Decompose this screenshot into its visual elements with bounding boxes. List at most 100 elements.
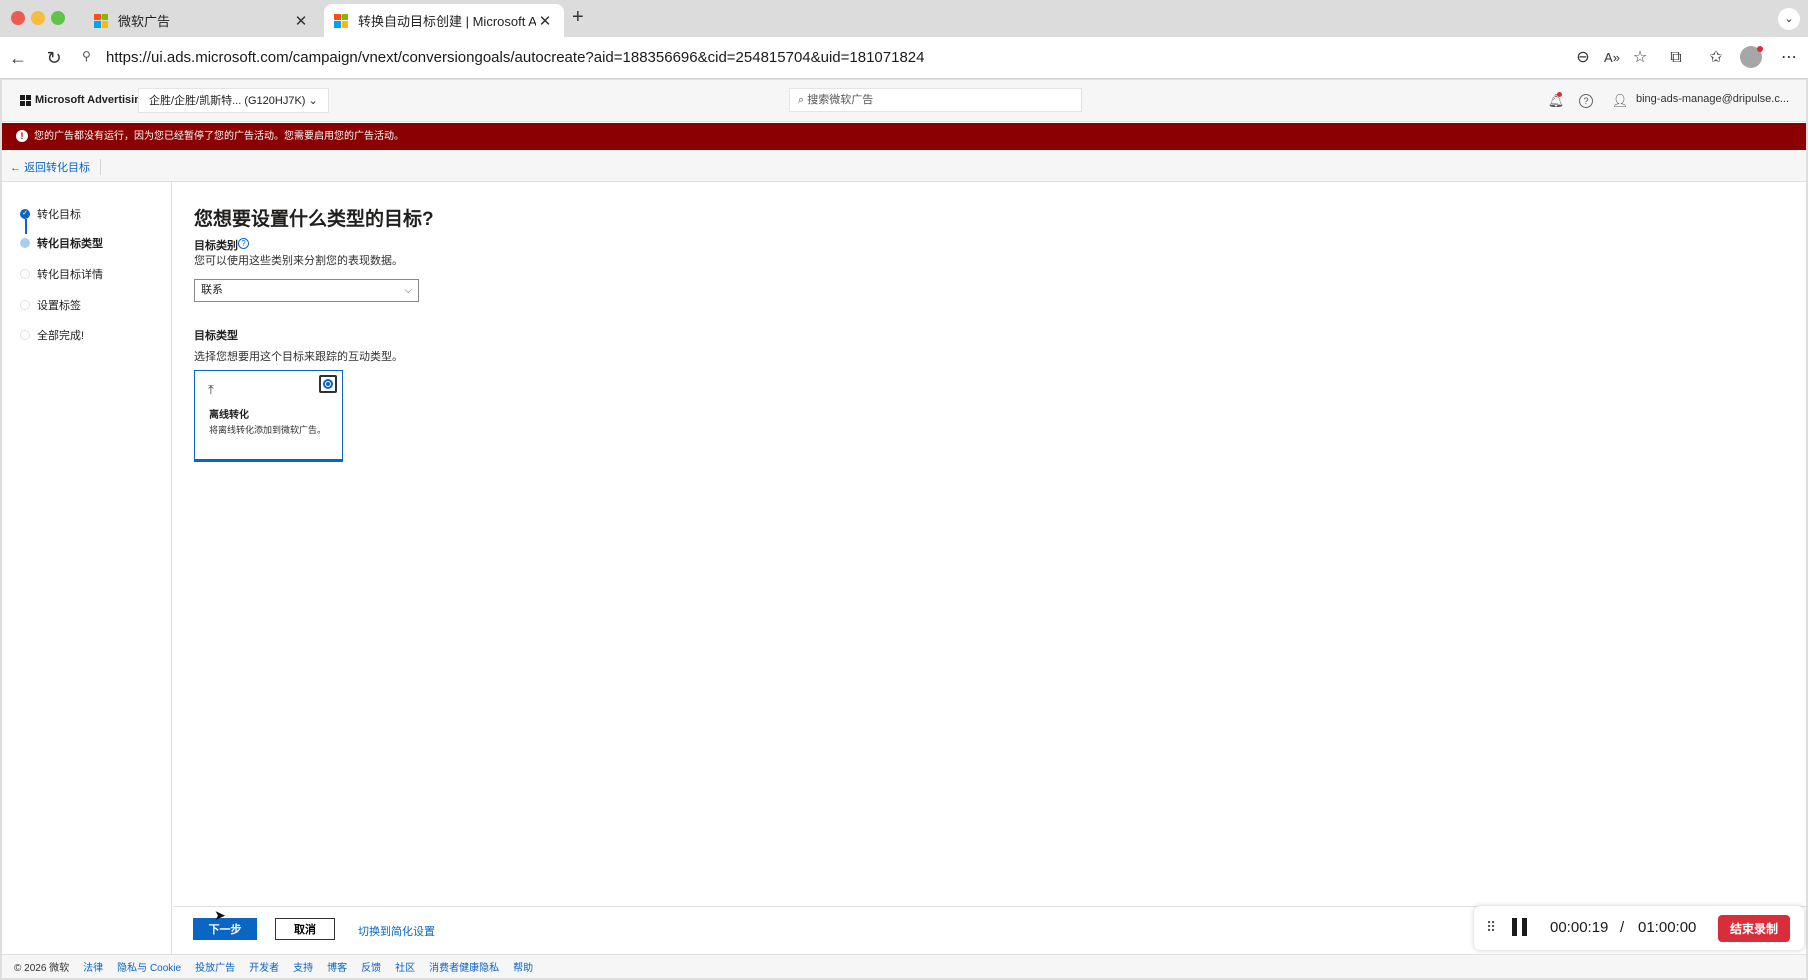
minimize-window-button[interactable] [31,11,45,25]
search-input[interactable]: ⌕ 搜索微软广告 [789,88,1082,112]
elapsed-time: 00:00:19 [1550,919,1609,936]
url-field[interactable]: https://ui.ads.microsoft.com/campaign/vn… [86,43,1566,73]
browser-tab-1[interactable]: 微软广告 ✕ [84,4,320,37]
address-bar-row: ← ↻ ⚲ https://ui.ads.microsoft.com/campa… [0,37,1808,79]
new-tab-icon[interactable]: + [572,6,584,29]
mouse-cursor-icon: ➤ [214,907,226,923]
switch-to-simple-setup-link[interactable]: 切换到简化设置 [358,923,435,939]
stop-recording-button[interactable]: 结束录制 [1718,915,1790,942]
profile-alert-dot-icon [1757,46,1763,52]
goal-type-label: 目标类型 [194,330,238,342]
browser-tab-2[interactable]: 转换自动目标创建 | Microsoft Ads ✕ [324,4,564,37]
favorites-bar-icon[interactable]: ✩ [1704,46,1728,70]
cancel-button[interactable]: 取消 [275,918,335,940]
more-icon[interactable]: ⋯ [1777,46,1801,70]
tab-title: 转换自动目标创建 | Microsoft Ads [358,14,536,29]
tab-list-chevron-icon[interactable]: ⌄ [1778,8,1800,30]
goal-category-select[interactable]: 联系 ⌵ [194,279,419,302]
user-icon[interactable]: 👤︎ [1611,92,1629,110]
zoom-out-icon[interactable]: ⊖ [1571,46,1595,70]
microsoft-logo-icon [94,13,108,28]
footer-link-developers[interactable]: 开发者 [249,959,279,974]
reload-icon[interactable]: ↻ [42,46,66,70]
back-link-label: 返回转化目标 [24,162,91,174]
tab-title: 微软广告 [118,14,171,29]
footer-link-community[interactable]: 社区 [395,959,415,974]
step-set-up-tag[interactable]: 设置标签 [20,297,81,313]
screen-recorder-bar: ⠿ 00:00:19 / 01:00:00 结束录制 [1474,906,1804,950]
back-to-conversion-goals-link[interactable]: ← 返回转化目标 [10,159,102,175]
drag-handle-icon[interactable]: ⠿ [1486,919,1496,936]
browser-tab-strip: 微软广告 ✕ 转换自动目标创建 | Microsoft Ads ✕ + ⌄ [0,0,1808,37]
footer-link-blog[interactable]: 博客 [327,959,347,974]
arrow-left-icon: ← [10,162,25,174]
offline-conversion-card[interactable]: ⤒ 离线转化 将离线转化添加到微软广告。 [194,370,343,462]
search-icon: ⌕ [798,94,808,106]
main-content: 您想要设置什么类型的目标? 目标类别 ? 您可以使用这些类别来分割您的表现数据。… [173,182,1806,906]
card-title: 离线转化 [209,410,249,421]
goal-type-description: 选择您想要用这个目标来跟踪的互动类型。 [194,351,403,363]
app-window: Microsoft Advertising 企胜/企胜/凯斯特... (G120… [2,80,1806,978]
step-label: 全部完成! [37,330,85,342]
app-header: Microsoft Advertising 企胜/企胜/凯斯特... (G120… [2,80,1806,122]
footer-link-help[interactable]: 帮助 [513,959,533,974]
pause-icon[interactable] [1512,918,1528,936]
step-done-check-icon: ✓ [20,209,30,219]
step-label: 转化目标详情 [37,269,103,281]
microsoft-logo-icon [334,13,348,28]
card-description: 将离线转化添加到微软广告。 [209,425,327,435]
close-tab-icon[interactable]: ✕ [536,12,554,30]
footer-link-feedback[interactable]: 反馈 [361,959,381,974]
chevron-down-icon: ⌵ [404,285,412,296]
close-tab-icon[interactable]: ✕ [292,12,310,30]
goal-category-label: 目标类别 [194,240,238,252]
wizard-steps: ✓ 转化目标 转化目标类型 转化目标详情 设置标签 全部完成! [2,182,172,978]
step-label: 转化目标 [37,209,81,221]
copyright: © 2026 微软 [14,963,70,974]
footer-link-support[interactable]: 支持 [293,959,313,974]
step-todo-icon [20,269,30,279]
alert-icon: ! [16,130,28,142]
step-current-icon [20,238,30,248]
upload-icon: ⤒ [208,382,214,397]
paused-campaign-alert: ! 您的广告都没有运行，因为您已经暂停了您的广告活动。您需要启用您的广告活动。 [2,123,1806,150]
footer-link-privacy[interactable]: 隐私与 Cookie [117,959,181,974]
step-label: 转化目标类型 [37,238,103,250]
footer-link-health-privacy[interactable]: 消费者健康隐私 [429,959,499,974]
step-connector [25,219,27,234]
page-title: 您想要设置什么类型的目标? [194,209,434,230]
footer: © 2026 微软 法律 隐私与 Cookie 投放广告 开发者 支持 博客 反… [2,954,1806,978]
favorite-icon[interactable]: ☆ [1628,46,1652,70]
step-conversion-goal[interactable]: ✓ 转化目标 [20,206,81,222]
back-bar: ← 返回转化目标 [2,150,1806,182]
read-aloud-icon[interactable]: A» [1600,46,1624,70]
time-limit: 01:00:00 [1638,919,1697,936]
step-todo-icon [20,300,30,310]
help-icon[interactable]: ? [238,238,249,249]
user-email[interactable]: bing-ads-manage@dripulse.c... [1636,93,1789,105]
maximize-window-button[interactable] [51,11,65,25]
back-icon[interactable]: ← [6,46,30,70]
time-separator: / [1620,919,1625,936]
step-all-done[interactable]: 全部完成! [20,327,84,343]
microsoft-logo-icon [20,94,31,106]
footer-link-legal[interactable]: 法律 [83,959,103,974]
alert-message: 您的广告都没有运行，因为您已经暂停了您的广告活动。您需要启用您的广告活动。 [34,131,404,142]
brand-name: Microsoft Advertising [35,94,148,106]
notification-badge [1557,92,1562,97]
extensions-icon[interactable]: ⧉ [1664,46,1688,70]
goal-category-description: 您可以使用这些类别来分割您的表现数据。 [194,255,403,267]
goal-category-value: 联系 [201,284,223,296]
help-icon[interactable]: ? [1579,94,1593,108]
card-radio[interactable] [319,375,337,393]
brand-logo[interactable]: Microsoft Advertising [20,94,148,106]
notification-bell-icon[interactable]: 🔔︎ [1547,92,1565,110]
step-todo-icon [20,330,30,340]
close-window-button[interactable] [11,11,25,25]
footer-link-advertise[interactable]: 投放广告 [195,959,235,974]
search-placeholder: 搜索微软广告 [807,94,874,106]
step-conversion-goal-type[interactable]: 转化目标类型 [20,235,103,251]
step-conversion-goal-details[interactable]: 转化目标详情 [20,266,103,282]
account-selector[interactable]: 企胜/企胜/凯斯特... (G120HJ7K) ⌄ [138,88,329,113]
step-label: 设置标签 [37,300,81,312]
